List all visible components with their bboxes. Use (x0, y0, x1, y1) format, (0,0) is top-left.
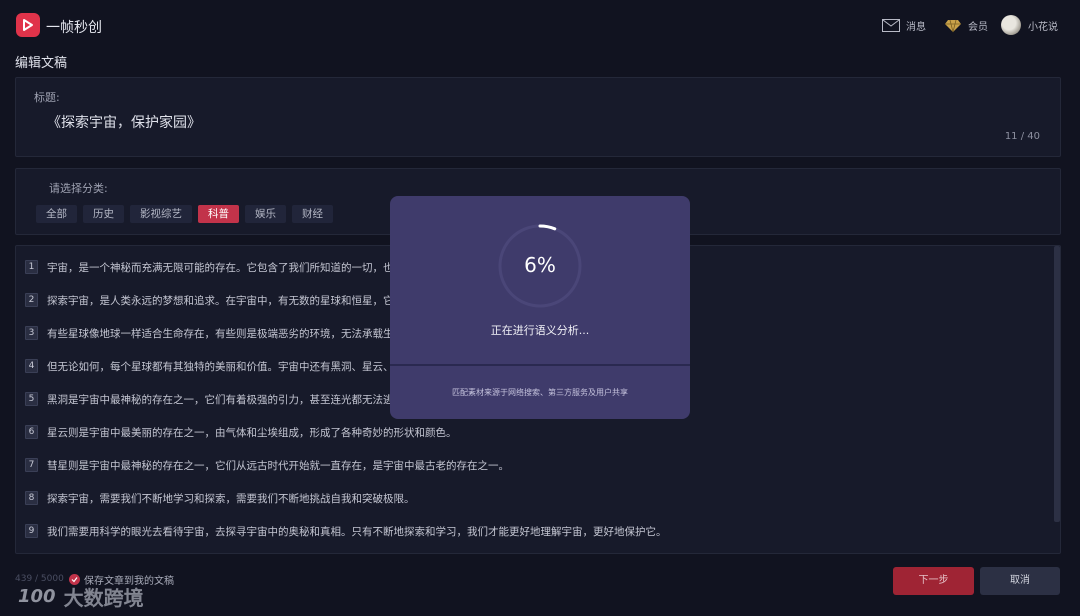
paragraph-number: 6 (25, 425, 38, 439)
app-header: 一帧秒创 消息 会员 小花说 (0, 0, 1080, 50)
paragraph-text[interactable]: 我们需要用科学的眼光去看待宇宙，去探寻宇宙中的奥秘和真相。只有不断地探索和学习，… (47, 524, 667, 539)
page-title: 编辑文稿 (15, 56, 68, 71)
user-name: 小花说 (1028, 21, 1058, 33)
paragraph-row[interactable]: 2 探索宇宙，是人类永远的梦想和追求。在宇宙中，有无数的星球和恒星，它们 (25, 292, 404, 308)
content-scrollbar[interactable] (1054, 246, 1060, 522)
app-logo-icon[interactable] (16, 13, 40, 37)
app-name: 一帧秒创 (46, 20, 102, 36)
modal-divider (390, 364, 690, 366)
diamond-icon (945, 19, 961, 32)
paragraph-row[interactable]: 9 我们需要用科学的眼光去看待宇宙，去探寻宇宙中的奥秘和真相。只有不断地探索和学… (25, 523, 667, 539)
category-chip-entertainment[interactable]: 娱乐 (245, 205, 286, 223)
category-label: 请选择分类: (49, 182, 108, 195)
vip-button[interactable]: 会员 (944, 18, 988, 33)
paragraph-number: 5 (25, 392, 38, 406)
paragraph-number: 1 (25, 260, 38, 274)
title-char-count: 11 / 40 (1004, 131, 1040, 142)
analysis-status: 正在进行语义分析... (490, 324, 590, 337)
cancel-button[interactable]: 取消 (980, 567, 1060, 595)
paragraph-number: 3 (25, 326, 38, 340)
user-menu[interactable]: 小花说 (1001, 15, 1058, 35)
paragraph-number: 7 (25, 458, 38, 472)
analysis-progress-modal: 6% 正在进行语义分析... 匹配素材来源于网络搜索、第三方服务及用户共享 (390, 196, 690, 419)
next-button[interactable]: 下一步 (893, 567, 974, 595)
category-chip-history[interactable]: 历史 (83, 205, 124, 223)
paragraph-row[interactable]: 1 宇宙，是一个神秘而充满无限可能的存在。它包含了我们所知道的一切，也是 (25, 259, 404, 275)
paragraph-row[interactable]: 4 但无论如何，每个星球都有其独特的美丽和价值。宇宙中还有黑洞、星云、彗 (25, 358, 404, 374)
category-chip-all[interactable]: 全部 (36, 205, 77, 223)
title-label: 标题: (34, 91, 60, 104)
watermark-logo: 100 (18, 586, 56, 607)
paragraph-text[interactable]: 有些星球像地球一样适合生命存在，有些则是极端恶劣的环境，无法承载生命 (47, 326, 404, 341)
category-chip-science[interactable]: 科普 (198, 205, 239, 223)
paragraph-text[interactable]: 宇宙，是一个神秘而充满无限可能的存在。它包含了我们所知道的一切，也是 (47, 260, 404, 275)
paragraph-row[interactable]: 3 有些星球像地球一样适合生命存在，有些则是极端恶劣的环境，无法承载生命 (25, 325, 404, 341)
paragraph-text[interactable]: 黑洞是宇宙中最神秘的存在之一，它们有着极强的引力，甚至连光都无法逃脱 (47, 392, 404, 407)
paragraph-row[interactable]: 8 探索宇宙，需要我们不断地学习和探索，需要我们不断地挑战自我和突破极限。 (25, 490, 415, 506)
mail-icon (882, 19, 900, 32)
paragraph-number: 4 (25, 359, 38, 373)
paragraph-number: 8 (25, 491, 38, 505)
watermark-text: 大数跨境 (63, 586, 144, 610)
paragraph-number: 2 (25, 293, 38, 307)
vip-label: 会员 (968, 22, 988, 33)
paragraph-row[interactable]: 5 黑洞是宇宙中最神秘的存在之一，它们有着极强的引力，甚至连光都无法逃脱 (25, 391, 404, 407)
category-chip-film[interactable]: 影视综艺 (130, 205, 192, 223)
title-input[interactable]: 《探索宇宙，保护家园》 (47, 112, 201, 132)
paragraph-text[interactable]: 星云则是宇宙中最美丽的存在之一，由气体和尘埃组成，形成了各种奇妙的形状和颜色。 (47, 425, 457, 440)
paragraph-row[interactable]: 7 彗星则是宇宙中最神秘的存在之一，它们从远古时代开始就一直存在，是宇宙中最古老… (25, 457, 509, 473)
source-disclaimer: 匹配素材来源于网络搜索、第三方服务及用户共享 (452, 388, 628, 397)
title-panel: 标题: 《探索宇宙，保护家园》 11 / 40 (15, 77, 1061, 157)
progress-percent: 6% (524, 253, 556, 277)
paragraph-row[interactable]: 6 星云则是宇宙中最美丽的存在之一，由气体和尘埃组成，形成了各种奇妙的形状和颜色… (25, 424, 457, 440)
paragraph-number: 9 (25, 524, 38, 538)
avatar (1001, 15, 1021, 35)
messages-label: 消息 (906, 22, 926, 33)
watermark: 100 大数跨境 (18, 582, 144, 611)
messages-button[interactable]: 消息 (882, 18, 926, 33)
paragraph-text[interactable]: 但无论如何，每个星球都有其独特的美丽和价值。宇宙中还有黑洞、星云、彗 (47, 359, 404, 374)
paragraph-text[interactable]: 探索宇宙，是人类永远的梦想和追求。在宇宙中，有无数的星球和恒星，它们 (47, 293, 404, 308)
paragraph-text[interactable]: 探索宇宙，需要我们不断地学习和探索，需要我们不断地挑战自我和突破极限。 (47, 491, 415, 506)
category-list: 全部 历史 影视综艺 科普 娱乐 财经 (36, 205, 339, 223)
category-chip-finance[interactable]: 财经 (292, 205, 333, 223)
paragraph-text[interactable]: 彗星则是宇宙中最神秘的存在之一，它们从远古时代开始就一直存在，是宇宙中最古老的存… (47, 458, 509, 473)
